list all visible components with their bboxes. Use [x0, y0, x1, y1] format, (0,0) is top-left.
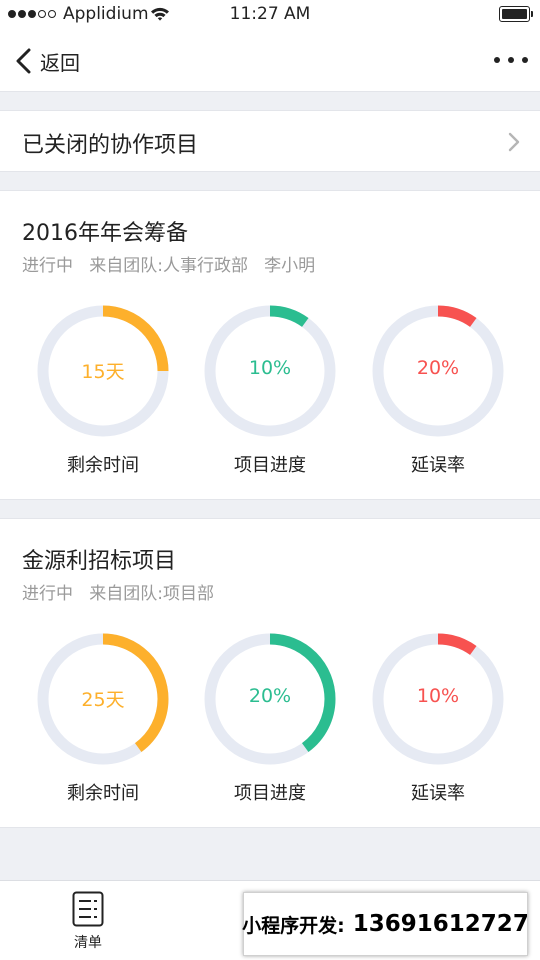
project-title: 金源利招标项目: [22, 549, 177, 574]
status-bar: Applidium 11:27 AM: [0, 0, 540, 30]
project-progress-stat: 20% 项目进度: [202, 631, 338, 811]
tab-list-label: 清单: [74, 935, 102, 951]
promo-banner: 小程序开发: 13691612727: [242, 892, 529, 956]
chevron-left-icon: [16, 48, 31, 74]
list-icon: [72, 891, 104, 927]
remaining-time-value: 15天: [81, 361, 125, 383]
delay-rate-value: 10%: [416, 685, 460, 707]
project-progress-caption: 项目进度: [234, 783, 306, 804]
battery-icon: [499, 6, 533, 22]
more-horizontal-icon: [494, 57, 500, 63]
project-progress-stat: 10% 项目进度: [202, 303, 338, 483]
project-meta: 进行中 来自团队:人事行政部 李小明: [22, 256, 316, 276]
project-progress-value: 10%: [248, 357, 292, 379]
back-label: 返回: [40, 50, 80, 75]
delay-rate-stat: 20% 延误率: [370, 303, 506, 483]
closed-projects-label: 已关闭的协作项目: [22, 133, 199, 158]
project-title: 2016年年会筹备: [22, 221, 188, 246]
project-card[interactable]: 金源利招标项目 进行中 来自团队:项目部 25天 剩余时间 20% 项目进度 1…: [0, 518, 540, 828]
delay-rate-stat: 10% 延误率: [370, 631, 506, 811]
remaining-time-stat: 25天 剩余时间: [35, 631, 171, 811]
project-meta: 进行中 来自团队:项目部: [22, 584, 214, 604]
remaining-time-stat: 15天 剩余时间: [35, 303, 171, 483]
chevron-right-icon: [508, 132, 520, 152]
back-button[interactable]: 返回: [14, 44, 80, 78]
remaining-time-caption: 剩余时间: [67, 455, 139, 476]
project-card[interactable]: 2016年年会筹备 进行中 来自团队:人事行政部 李小明 15天 剩余时间 10…: [0, 190, 540, 500]
delay-rate-caption: 延误率: [411, 783, 465, 804]
promo-label: 小程序开发:: [242, 914, 345, 937]
promo-phone: 13691612727: [352, 911, 529, 937]
status-time: 11:27 AM: [229, 4, 311, 24]
delay-rate-value: 20%: [416, 357, 460, 379]
project-progress-value: 20%: [248, 685, 292, 707]
closed-projects-row[interactable]: 已关闭的协作项目: [0, 110, 540, 172]
delay-rate-caption: 延误率: [411, 455, 465, 476]
tab-list[interactable]: 清单: [48, 891, 128, 953]
more-options-button[interactable]: [494, 48, 528, 72]
project-progress-caption: 项目进度: [234, 455, 306, 476]
navigation-bar: 返回: [0, 30, 540, 92]
remaining-time-value: 25天: [81, 689, 125, 711]
remaining-time-caption: 剩余时间: [67, 783, 139, 804]
